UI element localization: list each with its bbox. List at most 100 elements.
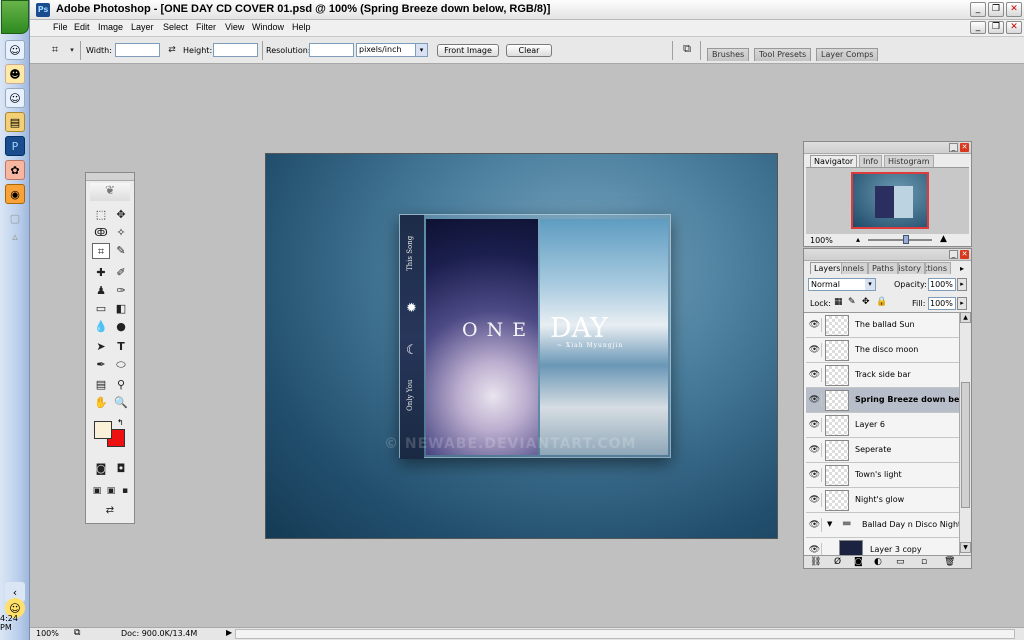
visibility-eye-icon[interactable]: 👁: [808, 368, 822, 382]
well-tab-layer-comps[interactable]: Layer Comps: [816, 48, 879, 61]
minimize-button[interactable]: _: [970, 2, 986, 17]
lock-image-icon[interactable]: ✎: [848, 297, 856, 307]
link-layers-icon[interactable]: ⛓: [810, 557, 821, 567]
healing-brush-tool-icon[interactable]: ✚: [92, 265, 110, 281]
type-tool-icon[interactable]: T: [112, 339, 130, 355]
visibility-eye-icon[interactable]: 👁: [808, 393, 822, 407]
visibility-eye-icon[interactable]: 👁: [808, 493, 822, 507]
eraser-tool-icon[interactable]: ▭: [92, 301, 110, 317]
doc-restore-button[interactable]: ❐: [988, 21, 1004, 34]
lock-transparency-icon[interactable]: ▦: [834, 297, 843, 307]
menu-view[interactable]: View: [225, 22, 244, 32]
layer-row[interactable]: 👁 Night's glow: [806, 488, 959, 513]
history-brush-tool-icon[interactable]: ✑: [112, 283, 130, 299]
width-field[interactable]: [115, 43, 160, 57]
tab-histogram[interactable]: Histogram: [884, 155, 934, 167]
blur-tool-icon[interactable]: 💧: [92, 319, 110, 335]
visibility-eye-icon[interactable]: 👁: [808, 318, 822, 332]
chevron-down-icon[interactable]: ▾: [63, 42, 81, 58]
opacity-field[interactable]: 100%: [928, 278, 956, 291]
slice-tool-icon[interactable]: ✎: [112, 243, 130, 259]
dodge-tool-icon[interactable]: ●: [112, 319, 130, 335]
crop-tool-icon[interactable]: ⌗: [92, 243, 110, 259]
visibility-eye-icon[interactable]: 👁: [808, 518, 822, 532]
status-info-icon[interactable]: ⧉: [74, 628, 80, 638]
layer-style-icon[interactable]: Ø: [834, 557, 841, 567]
height-field[interactable]: [213, 43, 258, 57]
palette-close-icon[interactable]: ✕: [960, 143, 969, 152]
palette-close-icon[interactable]: ✕: [960, 250, 969, 259]
zoom-tool-icon[interactable]: 🔍: [112, 395, 130, 411]
gradient-tool-icon[interactable]: ◧: [112, 301, 130, 317]
new-layer-icon[interactable]: ▫: [921, 557, 927, 567]
layer-group-row[interactable]: 👁 ▼ ▬ Ballad Day n Disco Night: [806, 513, 961, 538]
close-button[interactable]: ✕: [1006, 2, 1022, 17]
palette-minimize-icon[interactable]: _: [949, 143, 958, 152]
magic-wand-tool-icon[interactable]: ✧: [112, 225, 130, 241]
screen-mode-full-icon[interactable]: ▪: [118, 483, 132, 499]
doc-close-button[interactable]: ✕: [1006, 21, 1022, 34]
messenger-icon[interactable]: ☺: [5, 40, 25, 60]
quick-mask-mode-icon[interactable]: ◘: [112, 461, 130, 477]
path-selection-tool-icon[interactable]: ➤: [92, 339, 110, 355]
navigator-view-box[interactable]: [851, 172, 929, 229]
zoom-slider[interactable]: [868, 235, 932, 244]
well-tab-brushes[interactable]: Brushes: [707, 48, 750, 61]
eyedropper-tool-icon[interactable]: ⚲: [112, 377, 130, 393]
foreground-color-swatch[interactable]: [94, 421, 112, 439]
menu-help[interactable]: Help: [292, 22, 311, 32]
document-canvas[interactable]: This Song ✹ ☾ Only You ONE DAY ~ Xiah My…: [265, 153, 778, 539]
lock-all-icon[interactable]: 🔒: [876, 297, 887, 307]
layer-row[interactable]: 👁 The ballad Sun: [806, 313, 959, 338]
well-tab-tool-presets[interactable]: Tool Presets: [754, 48, 812, 61]
layer-row[interactable]: 👁 The disco moon: [806, 338, 959, 363]
visibility-eye-icon[interactable]: 👁: [808, 443, 822, 457]
scroll-down-icon[interactable]: ▼: [960, 542, 971, 553]
file-browser-icon[interactable]: ⧉: [678, 41, 696, 57]
lasso-tool-icon[interactable]: ↂ: [92, 225, 110, 241]
notes-tool-icon[interactable]: ▤: [92, 377, 110, 393]
layer-row[interactable]: 👁 Track side bar: [806, 363, 959, 388]
dropdown-arrow-icon[interactable]: ▾: [415, 44, 427, 56]
layer-row[interactable]: 👁 Layer 3 copy: [806, 538, 959, 555]
standard-mode-icon[interactable]: ◙: [92, 461, 110, 477]
dropdown-arrow-icon[interactable]: ▾: [865, 279, 875, 290]
fill-field[interactable]: 100%: [928, 297, 956, 310]
hand-tool-icon[interactable]: ✋: [92, 395, 110, 411]
navigator-zoom-value[interactable]: 100%: [810, 236, 833, 245]
menu-window[interactable]: Window: [252, 22, 284, 32]
pen-tool-icon[interactable]: ✒: [92, 357, 110, 373]
visibility-eye-icon[interactable]: 👁: [808, 543, 822, 555]
status-zoom[interactable]: 100%: [36, 629, 59, 638]
lock-position-icon[interactable]: ✥: [862, 297, 870, 307]
tab-layers[interactable]: Layers: [810, 262, 845, 274]
toolbox-grip[interactable]: [86, 173, 134, 181]
screen-mode-standard-icon[interactable]: ▣: [90, 483, 104, 499]
layer-mask-icon[interactable]: ◙: [854, 557, 863, 567]
new-group-icon[interactable]: ▭: [896, 557, 905, 567]
chat-icon[interactable]: ☺: [5, 88, 25, 108]
delete-layer-icon[interactable]: 🗑: [944, 557, 955, 567]
visibility-eye-icon[interactable]: 👁: [808, 343, 822, 357]
feather-logo-icon[interactable]: ❦: [90, 183, 130, 201]
clone-stamp-tool-icon[interactable]: ♟: [92, 283, 110, 299]
menu-select[interactable]: Select: [163, 22, 188, 32]
fill-slider-button[interactable]: ▸: [957, 297, 967, 310]
layer-row-selected[interactable]: 👁 Spring Breeze down be...: [806, 388, 969, 413]
photoshop-app-icon[interactable]: Ps: [36, 3, 50, 17]
restore-button[interactable]: ❐: [988, 2, 1004, 17]
swap-colors-icon[interactable]: ↰: [117, 418, 124, 427]
group-expand-icon[interactable]: ▼: [827, 520, 832, 528]
screen-mode-menu-icon[interactable]: ▣: [104, 483, 118, 499]
resolution-units-select[interactable]: pixels/inch ▾: [356, 43, 428, 57]
photoshop-taskbar-icon[interactable]: P: [5, 136, 25, 156]
layer-row[interactable]: 👁 Layer 6: [806, 413, 959, 438]
palette-minimize-icon[interactable]: _: [949, 250, 958, 259]
zoom-slider-thumb[interactable]: [903, 235, 909, 244]
tab-navigator[interactable]: Navigator: [810, 155, 858, 167]
doc-minimize-button[interactable]: _: [970, 21, 986, 34]
menu-file[interactable]: File: [53, 22, 68, 32]
opacity-slider-button[interactable]: ▸: [957, 278, 967, 291]
clear-button[interactable]: Clear: [506, 44, 552, 57]
folder-icon[interactable]: ▤: [5, 112, 25, 132]
